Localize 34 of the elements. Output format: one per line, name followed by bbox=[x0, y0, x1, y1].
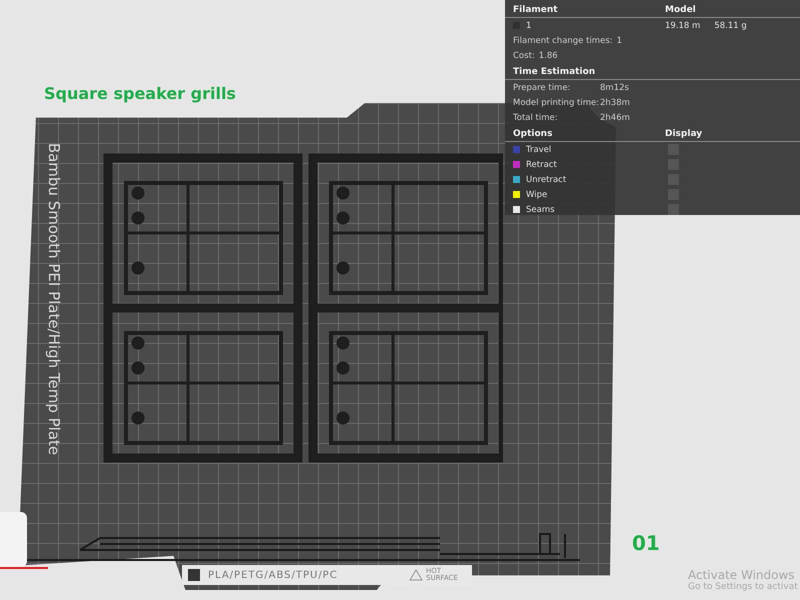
option-label: Retract bbox=[526, 160, 557, 170]
stat-label: Prepare time: bbox=[513, 82, 572, 92]
option-label: Wipe bbox=[526, 190, 548, 200]
section-header: Time Estimation bbox=[513, 67, 596, 77]
plate-name: Bambu Smooth PEI Plate/High Temp Plate bbox=[45, 142, 63, 458]
stat-value: 1.86 bbox=[538, 50, 558, 60]
stat-value: 1 bbox=[616, 36, 622, 46]
stat-label: Total time: bbox=[513, 112, 559, 122]
stat-value: 2h38m bbox=[600, 98, 630, 108]
activation-notice-title: Activate Windows bbox=[688, 568, 796, 582]
display-checkbox[interactable] bbox=[668, 204, 679, 215]
stat-label: Filament change times: bbox=[513, 36, 613, 46]
x-axis-line bbox=[0, 567, 48, 569]
filament-weight: 58.11 g bbox=[714, 20, 747, 30]
option-label: Travel bbox=[526, 144, 552, 154]
model-title: Square speaker grills bbox=[44, 84, 236, 103]
stat-value: 2h46m bbox=[600, 112, 630, 122]
view-cube[interactable] bbox=[0, 512, 27, 567]
warning-triangle-icon bbox=[409, 569, 423, 581]
option-label: Seams bbox=[526, 204, 555, 214]
plate-logo-icon bbox=[188, 569, 200, 581]
plate-number: 01 bbox=[632, 531, 660, 555]
activation-notice-text: Go to Settings to activat bbox=[688, 582, 798, 592]
material-list: PLA/PETG/ABS/TPU/PC bbox=[208, 570, 401, 580]
section-header: Model bbox=[665, 5, 697, 15]
filament-id: 1 bbox=[526, 20, 532, 30]
stat-value: 8m12s bbox=[600, 82, 629, 92]
option-label: Unretract bbox=[526, 174, 566, 184]
filament-length: 19.18 m bbox=[665, 20, 700, 30]
stat-label: Cost: bbox=[513, 50, 535, 60]
section-header: Filament bbox=[513, 5, 559, 15]
section-header: Display bbox=[665, 129, 704, 139]
stat-label: Model printing time: bbox=[513, 98, 600, 108]
section-header: Options bbox=[513, 129, 554, 139]
